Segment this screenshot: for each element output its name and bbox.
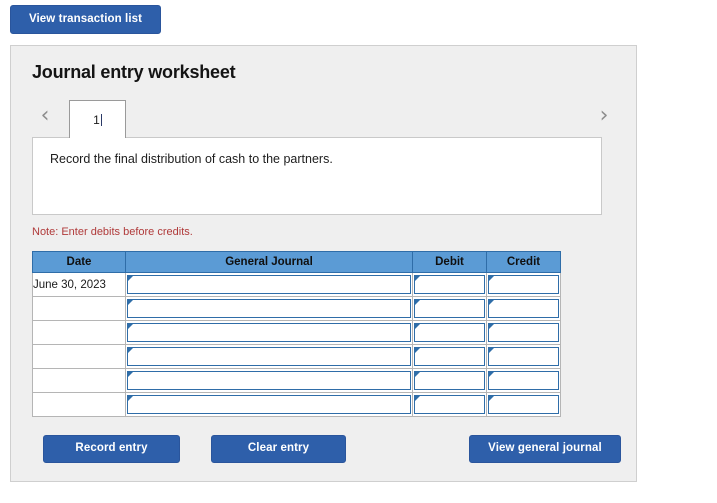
general-journal-input[interactable] <box>127 275 411 294</box>
general-journal-input[interactable] <box>127 299 411 318</box>
credit-input[interactable] <box>488 323 559 342</box>
debit-cell[interactable] <box>412 392 487 417</box>
credit-input[interactable] <box>488 299 559 318</box>
credit-cell[interactable] <box>486 272 561 297</box>
credit-cell[interactable] <box>486 344 561 369</box>
view-general-journal-button[interactable]: View general journal <box>469 435 621 463</box>
debit-input[interactable] <box>414 371 485 390</box>
date-cell[interactable] <box>32 320 126 345</box>
general-journal-cell[interactable] <box>125 344 413 369</box>
text-caret <box>100 113 102 126</box>
debit-cell[interactable] <box>412 272 487 297</box>
debit-input[interactable] <box>414 299 485 318</box>
debit-input[interactable] <box>414 275 485 294</box>
column-header-credit: Credit <box>486 251 561 273</box>
debit-input[interactable] <box>414 323 485 342</box>
table-row <box>32 368 561 393</box>
column-header-debit: Debit <box>412 251 487 273</box>
general-journal-cell[interactable] <box>125 320 413 345</box>
table-row <box>32 296 561 321</box>
tab-worksheet-1[interactable]: 1 <box>69 100 126 138</box>
chevron-left-icon[interactable]: ‹ <box>32 102 58 130</box>
date-cell[interactable] <box>32 392 126 417</box>
credit-input[interactable] <box>488 275 559 294</box>
credit-input[interactable] <box>488 347 559 366</box>
debit-cell[interactable] <box>412 368 487 393</box>
view-transaction-list-button[interactable]: View transaction list <box>10 5 161 34</box>
clear-entry-button[interactable]: Clear entry <box>211 435 346 463</box>
general-journal-cell[interactable] <box>125 296 413 321</box>
debits-before-credits-note: Note: Enter debits before credits. <box>32 226 193 238</box>
date-cell[interactable] <box>32 296 126 321</box>
tab-strip: ‹ 1 › <box>32 96 617 138</box>
credit-input[interactable] <box>488 395 559 414</box>
general-journal-input[interactable] <box>127 323 411 342</box>
general-journal-cell[interactable] <box>125 272 413 297</box>
debit-cell[interactable] <box>412 296 487 321</box>
general-journal-input[interactable] <box>127 371 411 390</box>
instruction-text: Record the final distribution of cash to… <box>50 152 333 166</box>
credit-input[interactable] <box>488 371 559 390</box>
credit-cell[interactable] <box>486 368 561 393</box>
chevron-right-icon[interactable]: › <box>591 102 617 130</box>
instruction-box: Record the final distribution of cash to… <box>32 137 602 215</box>
table-row <box>32 320 561 345</box>
credit-cell[interactable] <box>486 320 561 345</box>
journal-entry-worksheet-panel: Journal entry worksheet ‹ 1 › Record the… <box>10 45 637 482</box>
general-journal-cell[interactable] <box>125 392 413 417</box>
page-title: Journal entry worksheet <box>32 62 236 82</box>
date-cell[interactable] <box>32 344 126 369</box>
date-cell[interactable] <box>32 368 126 393</box>
table-header-row: Date General Journal Debit Credit <box>32 251 561 273</box>
general-journal-input[interactable] <box>127 347 411 366</box>
record-entry-button[interactable]: Record entry <box>43 435 180 463</box>
credit-cell[interactable] <box>486 296 561 321</box>
table-row <box>32 392 561 417</box>
debit-input[interactable] <box>414 347 485 366</box>
column-header-date: Date <box>32 251 126 273</box>
debit-cell[interactable] <box>412 344 487 369</box>
general-journal-input[interactable] <box>127 395 411 414</box>
table-row: June 30, 2023 <box>32 272 561 297</box>
debit-input[interactable] <box>414 395 485 414</box>
general-journal-cell[interactable] <box>125 368 413 393</box>
tab-label: 1 <box>93 112 100 127</box>
table-row <box>32 344 561 369</box>
journal-entry-table: Date General Journal Debit Credit June 3… <box>32 251 561 417</box>
column-header-general-journal: General Journal <box>125 251 413 273</box>
date-cell[interactable]: June 30, 2023 <box>32 272 126 297</box>
debit-cell[interactable] <box>412 320 487 345</box>
credit-cell[interactable] <box>486 392 561 417</box>
